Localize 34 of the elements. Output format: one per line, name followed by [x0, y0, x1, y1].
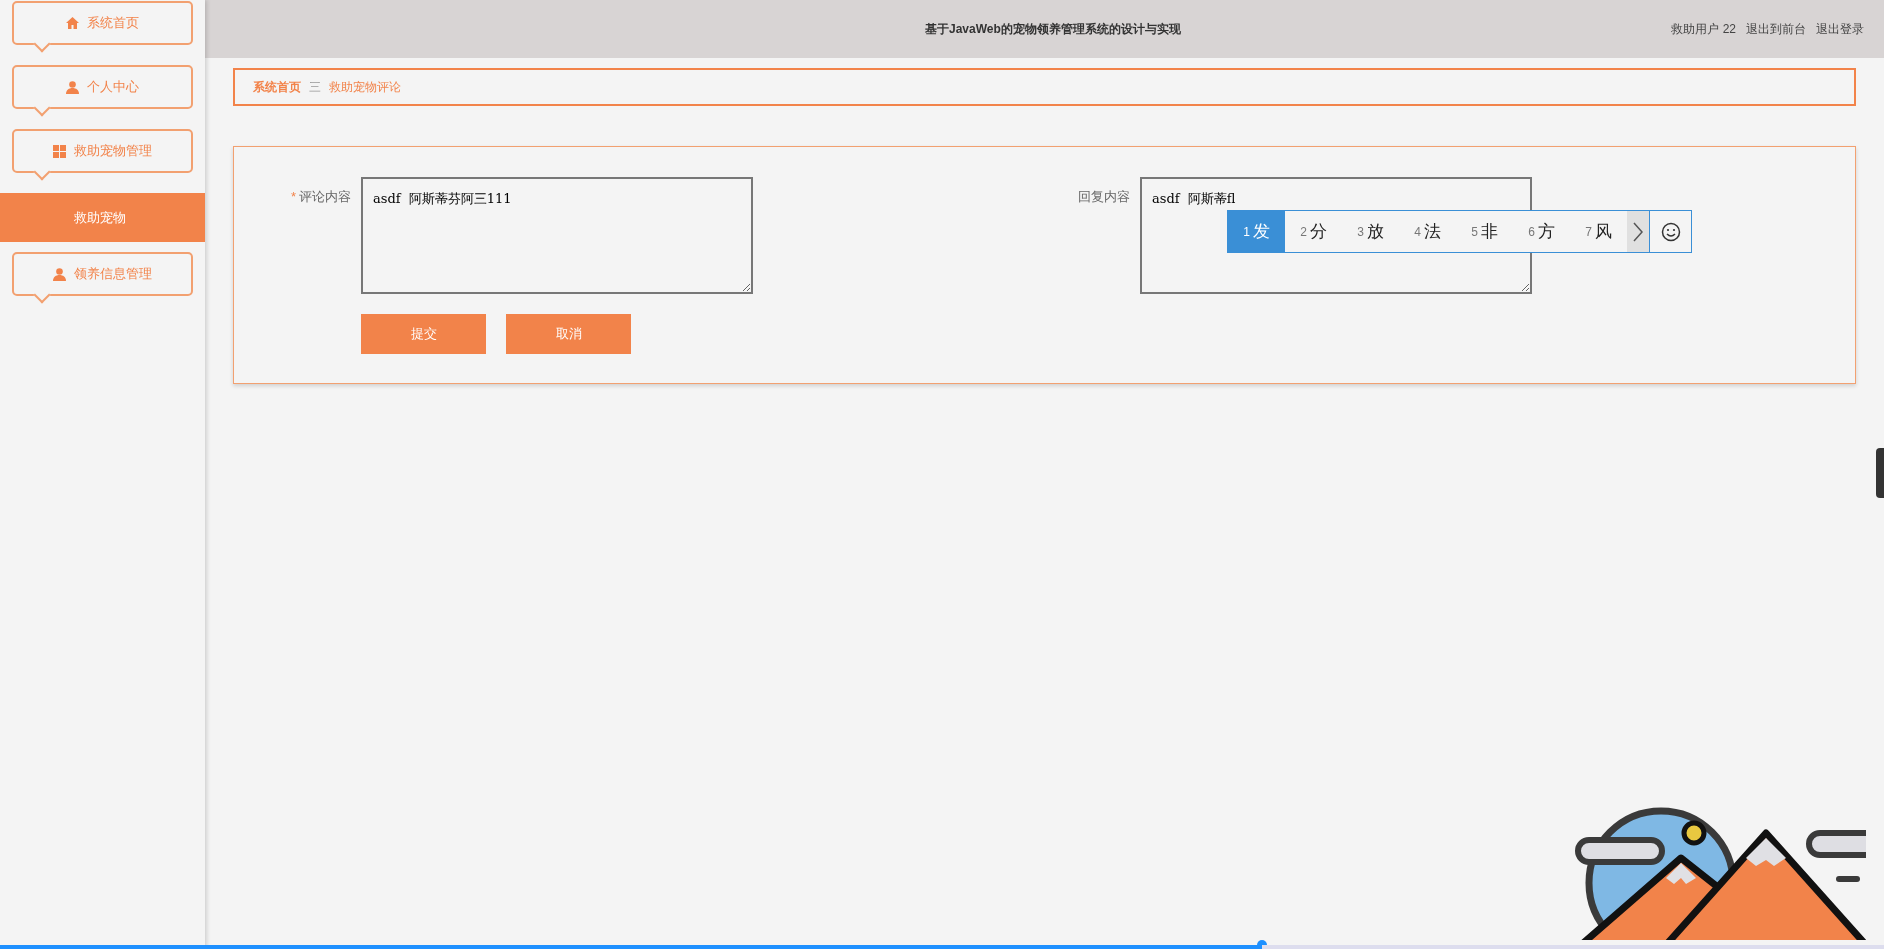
scrollbar-thumb[interactable] [1876, 448, 1884, 498]
grid-icon [53, 144, 66, 158]
sidebar-menu-item[interactable]: 救助宠物管理 [12, 129, 193, 173]
field-label: 评论内容 [299, 189, 351, 204]
sidebar-menu-item[interactable]: 个人中心 [12, 65, 193, 109]
text-area[interactable]: asdf 阿斯蒂芬阿三111 [361, 177, 753, 294]
person-icon [66, 80, 79, 94]
ime-candidate[interactable]: 4 法 [1399, 211, 1456, 252]
breadcrumb-link[interactable]: 系统首页 [253, 78, 301, 96]
ime-candidate[interactable]: 7 风 [1570, 211, 1627, 252]
user-name: 救助用户 22 [1671, 21, 1736, 38]
sidebar-menu-item[interactable]: 领养信息管理 [12, 252, 193, 296]
header-link[interactable]: 退出到前台 [1746, 20, 1806, 38]
chevron-right-icon [1633, 221, 1643, 242]
ime-candidate[interactable]: 1 发 [1228, 211, 1285, 252]
next-page-button[interactable] [1627, 211, 1649, 252]
ime-candidate[interactable]: 2 分 [1285, 211, 1342, 252]
breadcrumb-separator: 三 [309, 79, 321, 96]
home-icon [66, 17, 79, 29]
sidebar-menu-item[interactable]: 系统首页 [12, 1, 193, 45]
header-link[interactable]: 退出登录 [1816, 20, 1864, 38]
submit-button[interactable]: 提交 [361, 314, 486, 354]
ime-candidate[interactable]: 3 放 [1342, 211, 1399, 252]
person-icon [53, 267, 66, 281]
field-label: 回复内容 [1077, 188, 1130, 206]
required-mark: * [290, 189, 296, 204]
site-title: 基于JavaWeb的宠物领养管理系统的设计与实现 [925, 21, 1181, 38]
ime-candidate[interactable]: 6 方 [1513, 211, 1570, 252]
breadcrumb-link[interactable]: 救助宠物评论 [329, 78, 401, 96]
sidebar-item[interactable]: 救助宠物 [0, 193, 205, 242]
ime-candidate[interactable]: 5 非 [1456, 211, 1513, 252]
smiley-icon [1660, 221, 1681, 242]
cancel-button[interactable]: 取消 [506, 314, 631, 354]
progress-handle[interactable] [1257, 940, 1268, 945]
